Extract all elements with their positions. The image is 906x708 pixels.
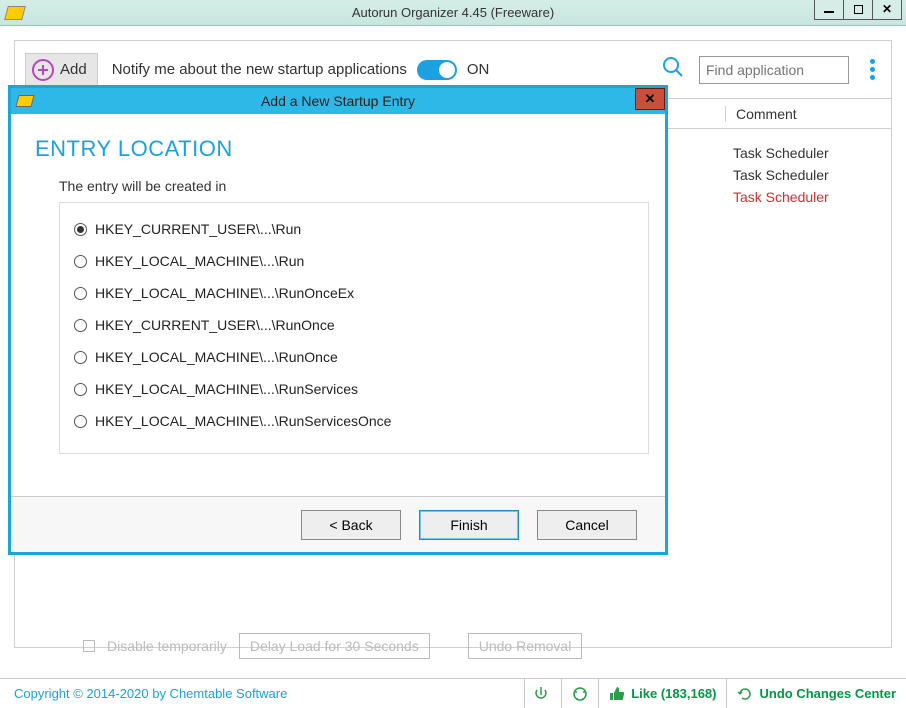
like-label: Like (183,168): [631, 686, 716, 701]
radio-label: HKEY_LOCAL_MACHINE\...\RunServices: [95, 381, 358, 397]
radio-icon: [74, 351, 87, 364]
radio-option[interactable]: HKEY_LOCAL_MACHINE\...\RunServicesOnce: [74, 405, 634, 437]
radio-icon: [74, 319, 87, 332]
disable-temporarily-label: Disable temporarily: [107, 638, 227, 654]
search-input[interactable]: [699, 56, 849, 84]
table-row[interactable]: Task Scheduler: [733, 189, 891, 205]
radio-label: HKEY_LOCAL_MACHINE\...\RunOnceEx: [95, 285, 354, 301]
toggle-state-label: ON: [467, 61, 490, 78]
hidden-controls-row: Disable temporarily Delay Load for 30 Se…: [83, 633, 582, 659]
add-button[interactable]: Add: [25, 53, 98, 87]
dialog-title: Add a New Startup Entry: [11, 93, 665, 109]
notify-toggle[interactable]: [417, 60, 457, 80]
add-button-label: Add: [60, 61, 87, 78]
like-button[interactable]: Like (183,168): [598, 679, 726, 708]
window-titlebar: Autorun Organizer 4.45 (Freeware) ✕: [0, 0, 906, 26]
radio-label: HKEY_LOCAL_MACHINE\...\Run: [95, 253, 304, 269]
add-entry-dialog: Add a New Startup Entry ✕ ENTRY LOCATION…: [8, 85, 668, 555]
radio-option[interactable]: HKEY_CURRENT_USER\...\RunOnce: [74, 309, 634, 341]
radio-option[interactable]: HKEY_LOCAL_MACHINE\...\RunOnce: [74, 341, 634, 373]
radio-icon: [74, 415, 87, 428]
radio-icon: [74, 223, 87, 236]
copyright-link[interactable]: Copyright © 2014-2020 by Chemtable Softw…: [0, 686, 524, 701]
undo-changes-button[interactable]: Undo Changes Center: [726, 679, 906, 708]
table-row[interactable]: Task Scheduler: [733, 145, 891, 161]
column-header-comment[interactable]: Comment: [725, 106, 891, 122]
radio-label: HKEY_LOCAL_MACHINE\...\RunServicesOnce: [95, 413, 391, 429]
undo-changes-label: Undo Changes Center: [759, 686, 896, 701]
table-row[interactable]: Task Scheduler: [733, 167, 891, 183]
status-bar: Copyright © 2014-2020 by Chemtable Softw…: [0, 678, 906, 708]
radio-option[interactable]: HKEY_CURRENT_USER\...\Run: [74, 213, 634, 245]
delay-load-button-disabled: Delay Load for 30 Seconds: [239, 633, 430, 659]
notify-row: Notify me about the new startup applicat…: [112, 60, 490, 80]
window-title: Autorun Organizer 4.45 (Freeware): [0, 5, 906, 20]
radio-icon: [74, 383, 87, 396]
plus-icon: [32, 59, 54, 81]
close-button[interactable]: ✕: [872, 0, 902, 20]
dialog-heading: ENTRY LOCATION: [35, 136, 641, 162]
radio-label: HKEY_LOCAL_MACHINE\...\RunOnce: [95, 349, 338, 365]
cancel-button[interactable]: Cancel: [537, 510, 637, 540]
dialog-titlebar: Add a New Startup Entry ✕: [11, 88, 665, 114]
maximize-button[interactable]: [843, 0, 873, 20]
back-button[interactable]: < Back: [301, 510, 401, 540]
menu-button[interactable]: [863, 59, 881, 80]
minimize-button[interactable]: [814, 0, 844, 20]
radio-label: HKEY_CURRENT_USER\...\RunOnce: [95, 317, 335, 333]
dialog-close-button[interactable]: ✕: [635, 88, 665, 110]
checkbox-icon: [83, 640, 95, 652]
radio-option[interactable]: HKEY_LOCAL_MACHINE\...\RunServices: [74, 373, 634, 405]
radio-option[interactable]: HKEY_LOCAL_MACHINE\...\Run: [74, 245, 634, 277]
power-icon[interactable]: [524, 679, 561, 708]
radio-icon: [74, 255, 87, 268]
finish-button[interactable]: Finish: [419, 510, 519, 540]
notify-label: Notify me about the new startup applicat…: [112, 61, 407, 78]
radio-label: HKEY_CURRENT_USER\...\Run: [95, 221, 301, 237]
radio-icon: [74, 287, 87, 300]
undo-removal-button-disabled: Undo Removal: [468, 633, 583, 659]
support-icon[interactable]: [561, 679, 598, 708]
task-list: Task Scheduler Task Scheduler Task Schedul…: [733, 145, 891, 205]
location-radio-group: HKEY_CURRENT_USER\...\Run HKEY_LOCAL_MACH…: [59, 202, 649, 454]
dialog-footer: < Back Finish Cancel: [11, 496, 665, 552]
radio-option[interactable]: HKEY_LOCAL_MACHINE\...\RunOnceEx: [74, 277, 634, 309]
group-label: The entry will be created in: [59, 178, 641, 194]
search-icon[interactable]: [661, 55, 685, 84]
